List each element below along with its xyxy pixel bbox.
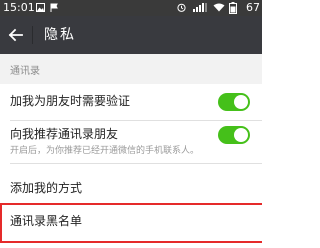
alarm-icon	[177, 3, 186, 12]
title-divider	[32, 26, 33, 44]
setting-label-verify-friend: 加我为朋友时需要验证	[10, 94, 131, 108]
title-bar: 隐私	[0, 16, 262, 54]
setting-sub-recommend-contacts: 开启后，为你推荐已经开通微信的手机联系人。	[10, 146, 200, 156]
toggle-recommend-contacts[interactable]	[218, 126, 250, 144]
setting-row-recommend-contacts[interactable]: 向我推荐通讯录朋友 开启后，为你推荐已经开通微信的手机联系人。	[0, 121, 262, 163]
toggle-verify-friend[interactable]	[218, 93, 250, 111]
privacy-screen: 15:01 67 隐私 通讯录 加我为朋友时需要验证 向我推荐通讯录朋友 开启后…	[0, 0, 262, 248]
toggle-knob	[234, 95, 248, 109]
battery-icon	[229, 2, 237, 14]
flag-icon	[50, 3, 58, 12]
setting-label-add-me-methods: 添加我的方式	[10, 181, 83, 195]
toggle-knob	[234, 128, 248, 142]
setting-row-verify-friend[interactable]: 加我为朋友时需要验证	[0, 84, 262, 120]
image-icon	[36, 3, 45, 12]
highlight-box	[0, 203, 262, 243]
wifi-icon	[213, 3, 225, 12]
status-bar: 15:01 67	[0, 0, 262, 16]
battery-percentage: 67	[246, 1, 260, 14]
arrow-left-icon[interactable]	[6, 25, 26, 45]
status-time: 15:01	[3, 1, 35, 14]
section-header-contacts: 通讯录	[10, 66, 40, 77]
setting-label-recommend-contacts: 向我推荐通讯录朋友	[10, 127, 119, 141]
signal-icon	[193, 3, 207, 12]
setting-row-add-me-methods[interactable]: 添加我的方式	[0, 164, 262, 202]
page-title: 隐私	[44, 27, 76, 43]
